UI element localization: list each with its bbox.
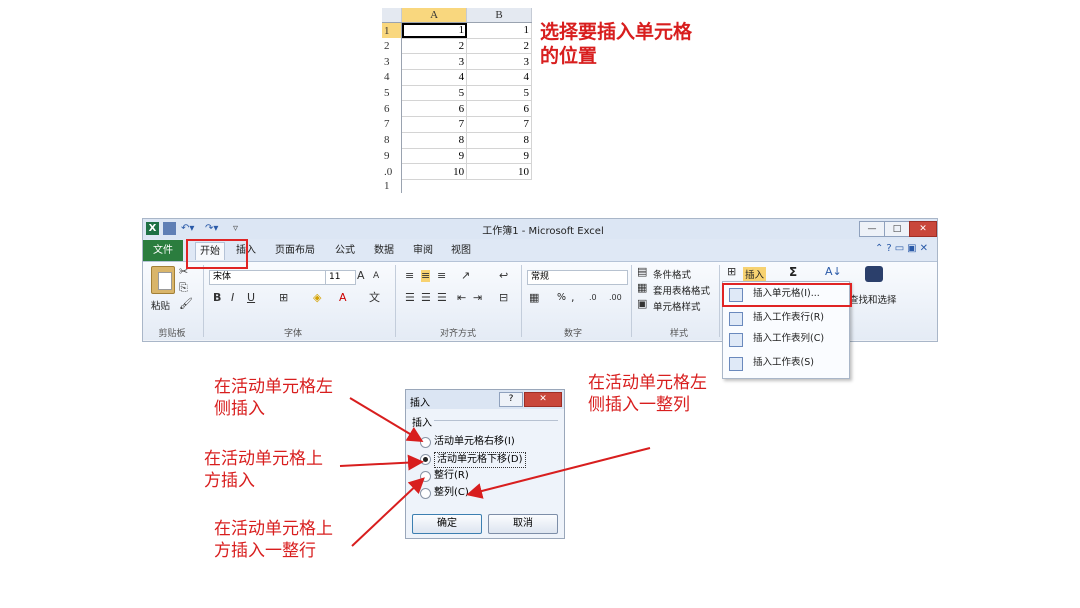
arrow-to-shift-right [349,397,424,443]
arrow-to-shift-down [339,454,424,471]
arrow-to-entire-column [466,447,651,499]
arrow-to-entire-row [351,477,425,547]
annotation-arrows [339,397,651,547]
